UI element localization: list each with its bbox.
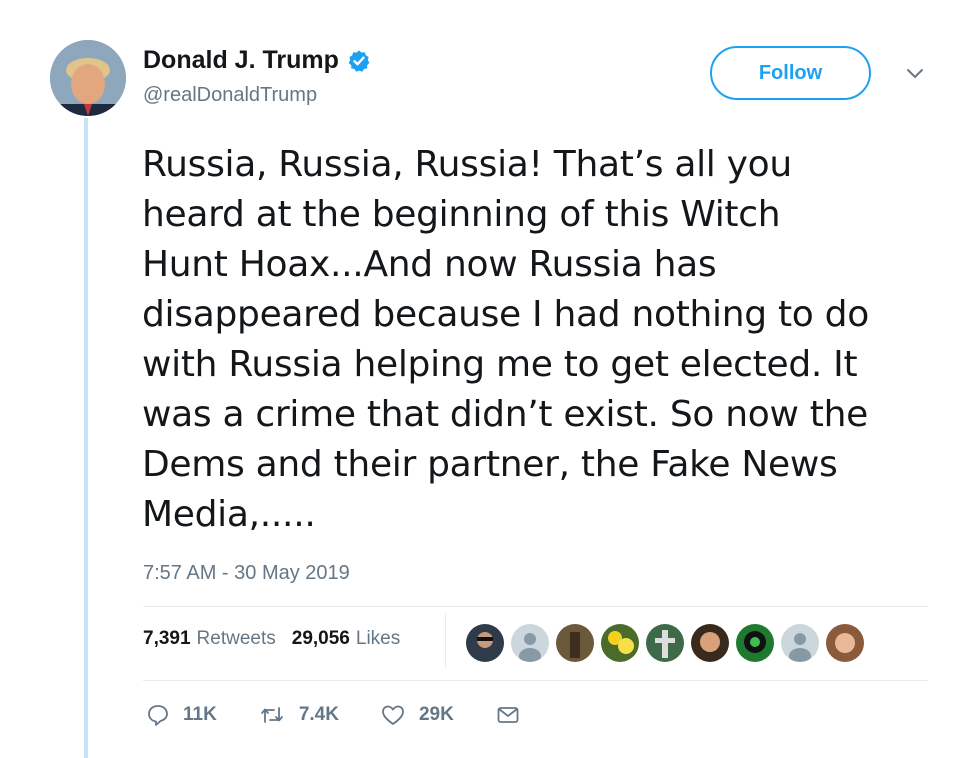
tweet-line: with Russia helping me to get elected. I… [142, 344, 858, 385]
tweet-text: Russia, Russia, Russia! That’s all you h… [142, 140, 962, 540]
liker-avatar[interactable] [466, 624, 504, 662]
retweets-label: Retweets [196, 628, 276, 649]
tweet-line: was a crime that didn’t exist. So now th… [142, 394, 868, 435]
reply-icon [148, 705, 168, 726]
tweet-line: heard at the beginning of this Witch [142, 194, 781, 235]
retweet-count: 7.4K [298, 704, 339, 725]
like-count: 29K [418, 704, 454, 725]
liker-avatar[interactable] [736, 624, 774, 662]
heart-icon [382, 705, 404, 725]
liker-avatar[interactable] [556, 624, 594, 662]
verified-badge-icon [348, 50, 370, 72]
likes-count: 29,056 [291, 628, 350, 649]
engagement-stats: 7,391 Retweets 29,056 Likes [143, 628, 400, 650]
avatar[interactable] [50, 40, 126, 116]
retweet-icon [260, 707, 283, 723]
liker-avatar[interactable] [691, 624, 729, 662]
like-action[interactable]: 29K [381, 704, 454, 726]
retweet-action[interactable]: 7.4K [259, 704, 339, 726]
tweet-line: disappeared because I had nothing to do [142, 294, 869, 335]
liker-avatar[interactable] [781, 624, 819, 662]
likes-stat[interactable]: 29,056 Likes [292, 628, 400, 650]
tweet-timestamp[interactable]: 7:57 AM - 30 May 2019 [143, 562, 350, 585]
tweet-line: Hunt Hoax...And now Russia has [142, 244, 717, 285]
retweets-count: 7,391 [143, 628, 191, 649]
liker-avatar[interactable] [826, 624, 864, 662]
author-name[interactable]: Donald J. Trump [143, 46, 339, 75]
tweet-line: Dems and their partner, the Fake News [142, 444, 838, 485]
stats-separator [445, 614, 446, 668]
divider [143, 680, 928, 681]
liker-avatar[interactable] [646, 624, 684, 662]
divider [143, 606, 928, 607]
author-handle[interactable]: @realDonaldTrump [143, 84, 317, 107]
liker-avatar[interactable] [601, 624, 639, 662]
direct-message-action[interactable] [496, 704, 534, 726]
thread-line [84, 118, 88, 758]
likes-label: Likes [355, 628, 401, 649]
retweets-stat[interactable]: 7,391 Retweets [143, 628, 276, 650]
tweet-actions: 11K 7.4K 29K [147, 704, 576, 726]
reply-count: 11K [183, 704, 217, 725]
author-name-row[interactable]: Donald J. Trump [143, 46, 371, 75]
chevron-down-icon[interactable] [905, 64, 925, 84]
avatar-image [50, 40, 126, 116]
follow-button[interactable]: Follow [710, 46, 871, 100]
liker-avatar[interactable] [511, 624, 549, 662]
reply-action[interactable]: 11K [147, 704, 217, 726]
likers-avatars [466, 624, 871, 662]
tweet-line: Media,..... [142, 494, 316, 535]
tweet-line: Russia, Russia, Russia! That’s all you [142, 144, 792, 185]
envelope-icon [497, 707, 519, 723]
